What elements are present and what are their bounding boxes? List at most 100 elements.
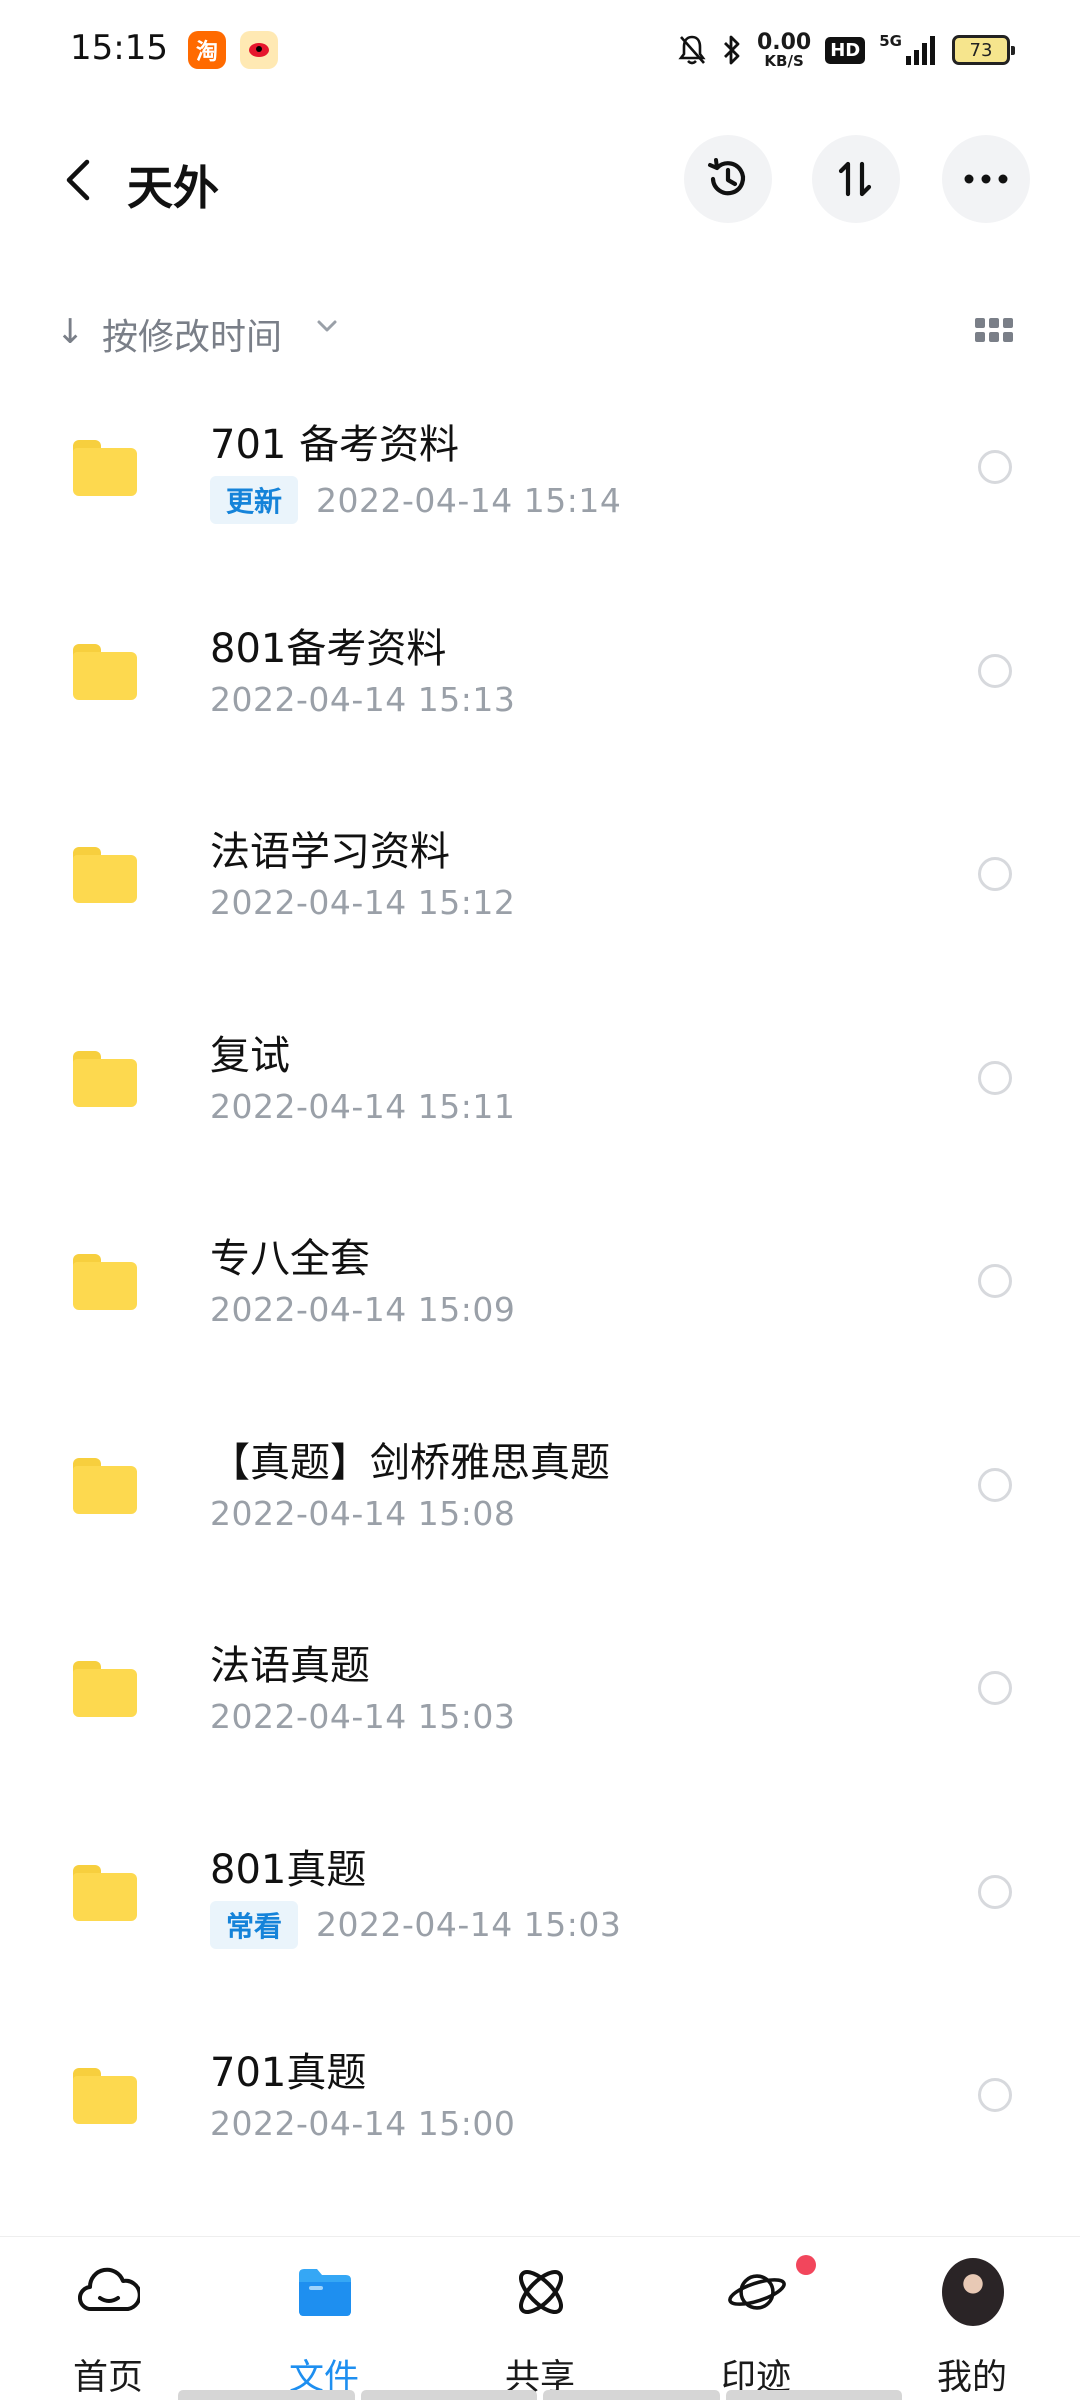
nav-item-traces[interactable]: 印迹 [648, 2237, 864, 2400]
battery-indicator: 73 [952, 35, 1015, 65]
mute-bell-icon [677, 32, 707, 68]
select-checkbox[interactable] [978, 450, 1012, 484]
status-bar: 15:15 淘 0.00 KB/S HD 5G 73 [0, 0, 1080, 100]
atom-icon [510, 2261, 572, 2323]
file-meta: 2022-04-14 15:08 [210, 1494, 515, 1533]
file-row[interactable]: 【真题】剑桥雅思真题 2022-04-14 15:08 [0, 1412, 1080, 1616]
file-meta: 2022-04-14 15:09 [210, 1290, 515, 1329]
file-tag: 更新 [210, 476, 299, 524]
folder-icon [294, 2261, 356, 2323]
select-checkbox[interactable] [978, 1264, 1012, 1298]
chevron-down-icon[interactable] [316, 318, 338, 337]
file-name: 法语学习资料 [210, 829, 450, 875]
folder-icon [73, 1864, 137, 1921]
file-name: 法语真题 [210, 1643, 370, 1689]
select-checkbox[interactable] [978, 857, 1012, 891]
file-date: 2022-04-14 15:03 [316, 1905, 622, 1944]
nav-item-files[interactable]: 文件 [216, 2237, 432, 2400]
nav-item-home[interactable]: 首页 [0, 2237, 216, 2400]
file-date: 2022-04-14 15:03 [210, 1697, 516, 1736]
file-date: 2022-04-14 15:13 [210, 679, 516, 719]
file-date: 2022-04-14 15:00 [210, 2104, 516, 2143]
file-date: 2022-04-14 15:14 [316, 480, 622, 520]
folder-icon [73, 2068, 137, 2124]
bottom-nav: 首页 文件 共享 印迹 我的 [0, 2236, 1080, 2400]
file-date: 2022-04-14 15:09 [210, 1290, 516, 1329]
folder-icon [73, 1050, 137, 1107]
file-meta: 2022-04-14 15:03 [210, 1697, 515, 1736]
file-meta: 2022-04-14 15:13 [210, 680, 515, 719]
file-name: 801备考资料 [210, 625, 447, 672]
network-speed-unit: KB/S [764, 52, 804, 70]
sort-bar: ↓ 按修改时间 [0, 300, 1080, 366]
history-icon [708, 158, 746, 196]
cloud-icon [78, 2261, 140, 2323]
sort-icon [838, 161, 872, 197]
page-title: 天外 [127, 161, 219, 215]
back-arrow-icon [66, 159, 90, 201]
file-name: 复试 [210, 1032, 290, 1079]
notification-dot [796, 2255, 816, 2275]
select-checkbox[interactable] [978, 1467, 1012, 1502]
file-row[interactable]: 801真题常看 2022-04-14 15:03 [0, 1819, 1080, 2023]
select-checkbox[interactable] [978, 1671, 1012, 1705]
signal-icon: 5G [879, 32, 938, 68]
back-button[interactable] [50, 152, 106, 208]
file-meta: 2022-04-14 15:00 [210, 2104, 515, 2143]
file-meta: 2022-04-14 15:12 [210, 883, 515, 922]
taobao-app-icon: 淘 [188, 31, 226, 69]
file-row[interactable]: 法语学习资料 2022-04-14 15:12 [0, 801, 1080, 1005]
file-name: 【真题】剑桥雅思真题 [210, 1439, 610, 1486]
file-row[interactable]: 法语真题 2022-04-14 15:03 [0, 1615, 1080, 1819]
file-row[interactable]: 801备考资料 2022-04-14 15:13 [0, 598, 1080, 802]
file-row[interactable]: 专八全套 2022-04-14 15:09 [0, 1208, 1080, 1412]
folder-icon [73, 1457, 137, 1514]
status-icons: 0.00 KB/S HD 5G 73 [677, 28, 1015, 72]
hd-badge: HD [825, 36, 866, 64]
network-speed-value: 0.00 [756, 30, 812, 55]
network-speed: 0.00 KB/S [756, 30, 812, 70]
weibo-app-icon [240, 31, 278, 69]
nav-item-me[interactable]: 我的 [864, 2237, 1080, 2400]
file-date: 2022-04-14 15:12 [210, 883, 516, 922]
file-date: 2022-04-14 15:11 [210, 1086, 516, 1126]
more-button[interactable] [942, 135, 1030, 223]
file-browser-screen: 15:15 淘 0.00 KB/S HD 5G 73 天外 ↓ 按修改时间 70… [0, 0, 1080, 2400]
nav-item-share[interactable]: 共享 [432, 2237, 648, 2400]
file-date: 2022-04-14 15:08 [210, 1493, 516, 1533]
select-checkbox[interactable] [978, 1874, 1012, 1909]
planet-icon [726, 2261, 788, 2323]
file-list: 701 备考资料 更新 2022-04-14 15:14 801备考资料 2022-04… [0, 394, 1080, 2226]
app-header: 天外 [0, 130, 1080, 230]
folder-icon [73, 643, 137, 700]
grid-view-icon[interactable] [975, 318, 1013, 348]
folder-icon [73, 1254, 137, 1310]
network-type: 5G [879, 32, 902, 50]
file-row[interactable]: 701真题 2022-04-14 15:00 [0, 2022, 1080, 2226]
file-name: 701 备考资料 [210, 422, 460, 468]
file-tag: 常看 [210, 1900, 299, 1949]
select-checkbox[interactable] [978, 2078, 1012, 2112]
file-name: 801真题 [210, 1846, 367, 1893]
file-row[interactable]: 701 备考资料 更新 2022-04-14 15:14 [0, 394, 1080, 598]
file-name: 701真题 [210, 2050, 367, 2096]
select-checkbox[interactable] [978, 653, 1012, 688]
folder-icon [73, 1661, 137, 1717]
file-row[interactable]: 复试 2022-04-14 15:11 [0, 1005, 1080, 1209]
folder-icon [73, 440, 137, 496]
select-checkbox[interactable] [978, 1060, 1012, 1095]
history-button[interactable] [684, 135, 772, 223]
bluetooth-icon [721, 32, 743, 68]
file-meta: 常看 2022-04-14 15:03 [210, 1900, 622, 1949]
file-meta: 2022-04-14 15:11 [210, 1087, 515, 1126]
gesture-bar [178, 2390, 902, 2400]
file-meta: 更新 2022-04-14 15:14 [210, 476, 621, 524]
more-icon [964, 174, 1008, 184]
status-time: 15:15 [70, 28, 168, 68]
folder-icon [73, 847, 137, 903]
sort-option[interactable]: 按修改时间 [102, 308, 282, 360]
file-name: 专八全套 [210, 1236, 370, 1282]
sort-direction-icon[interactable]: ↓ [56, 312, 85, 352]
avatar [942, 2258, 1004, 2326]
sort-button[interactable] [812, 135, 900, 223]
